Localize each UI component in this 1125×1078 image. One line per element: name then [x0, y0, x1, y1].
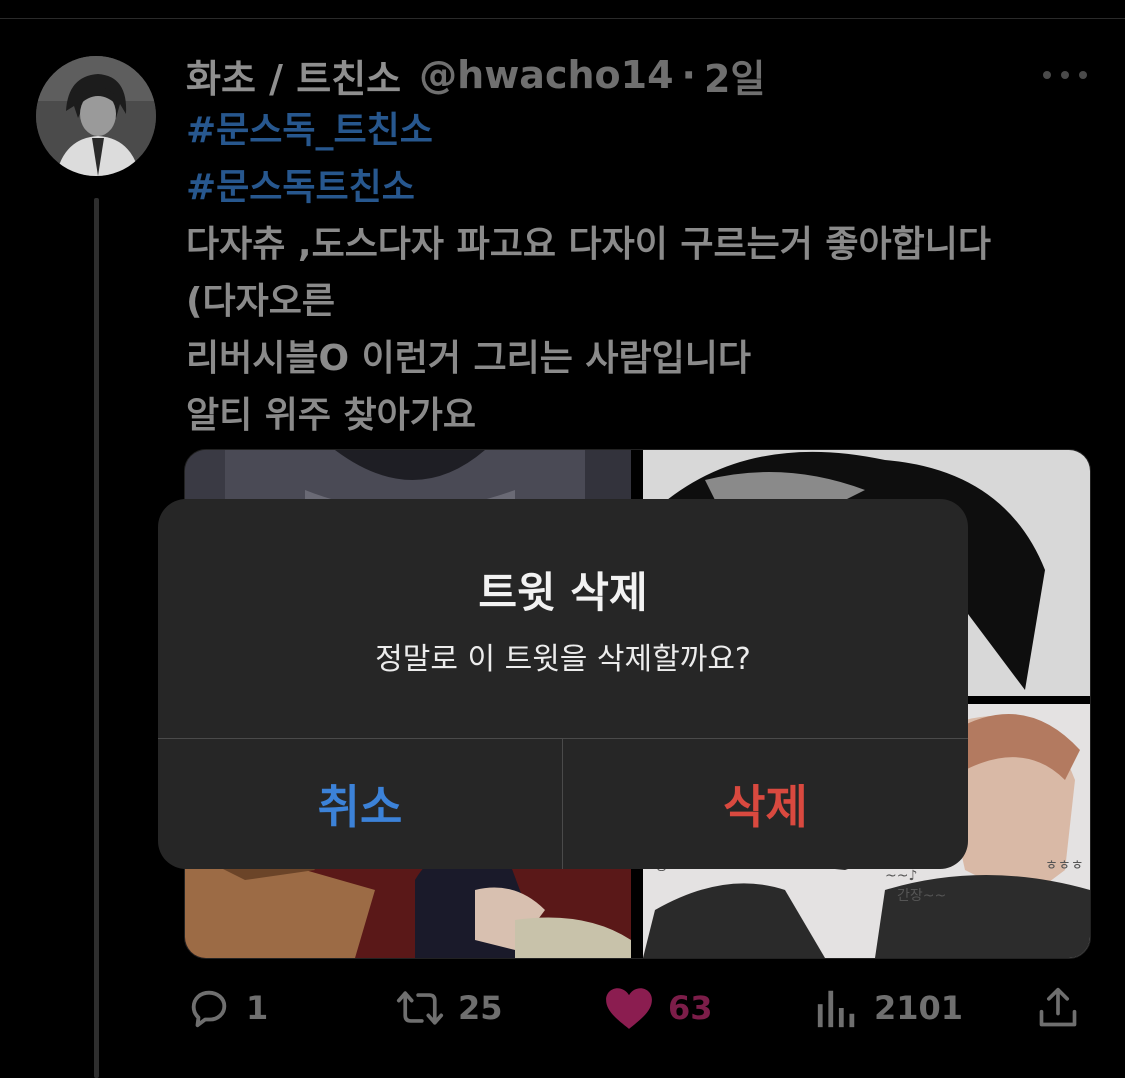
separator-dot: ·	[681, 53, 696, 97]
tweet-line: 다자츄 ,도스다자 파고요 다자이 구르는거 좋아합니다	[186, 224, 991, 265]
views-count: 2101	[874, 989, 964, 1027]
share-button[interactable]	[1036, 980, 1080, 1036]
action-bar: 1 25 63 2101	[186, 980, 1086, 1036]
views-icon	[817, 990, 855, 1028]
retweet-count: 25	[458, 989, 503, 1027]
more-options-icon[interactable]	[1043, 62, 1087, 88]
alert-title: 트윗 삭제	[478, 568, 648, 617]
image-caption: 간장~~	[897, 888, 946, 904]
tweet-line: 리버시블O 이런거 그리는 사람입니다	[186, 338, 752, 379]
tweet-text: #문스독_트친소 #문스독트친소 다자츄 ,도스다자 파고요 다자이 구르는거 …	[186, 102, 1086, 444]
top-divider	[0, 18, 1125, 19]
image-caption: ~~♪	[885, 868, 917, 884]
timestamp[interactable]: 2일	[704, 48, 765, 103]
image-caption: ㅎㅎㅎ	[1045, 858, 1084, 874]
views-button[interactable]: 2101	[814, 980, 963, 1036]
reply-button[interactable]: 1	[186, 980, 268, 1036]
hashtag-link[interactable]: #문스독트친소	[186, 159, 1086, 216]
hashtag-link[interactable]: #문스독_트친소	[186, 102, 1086, 159]
tweet-line: (다자오른	[186, 281, 335, 322]
tweet-header: 화초 / 트친소 @hwacho14 · 2일	[186, 48, 765, 103]
handle[interactable]: @hwacho14	[419, 53, 673, 97]
retweet-button[interactable]: 25	[396, 980, 503, 1036]
avatar-image	[36, 56, 156, 176]
alert-message: 정말로 이 트윗을 삭제할까요?	[375, 642, 751, 677]
tweet-line: 알티 위주 찾아가요	[186, 395, 477, 436]
delete-button[interactable]: 삭제	[563, 739, 968, 869]
avatar[interactable]	[36, 56, 156, 176]
share-icon	[1039, 987, 1077, 1027]
display-name[interactable]: 화초 / 트친소	[186, 48, 401, 103]
like-count: 63	[668, 989, 713, 1027]
reply-icon	[191, 990, 227, 1028]
like-button[interactable]: 63	[604, 980, 713, 1036]
delete-tweet-alert: 트윗 삭제 정말로 이 트윗을 삭제할까요? 취소 삭제	[158, 499, 968, 869]
cancel-button[interactable]: 취소	[158, 739, 562, 869]
heart-icon	[606, 988, 652, 1029]
thread-line	[94, 198, 99, 1078]
reply-count: 1	[246, 989, 269, 1027]
retweet-icon	[396, 991, 444, 1025]
